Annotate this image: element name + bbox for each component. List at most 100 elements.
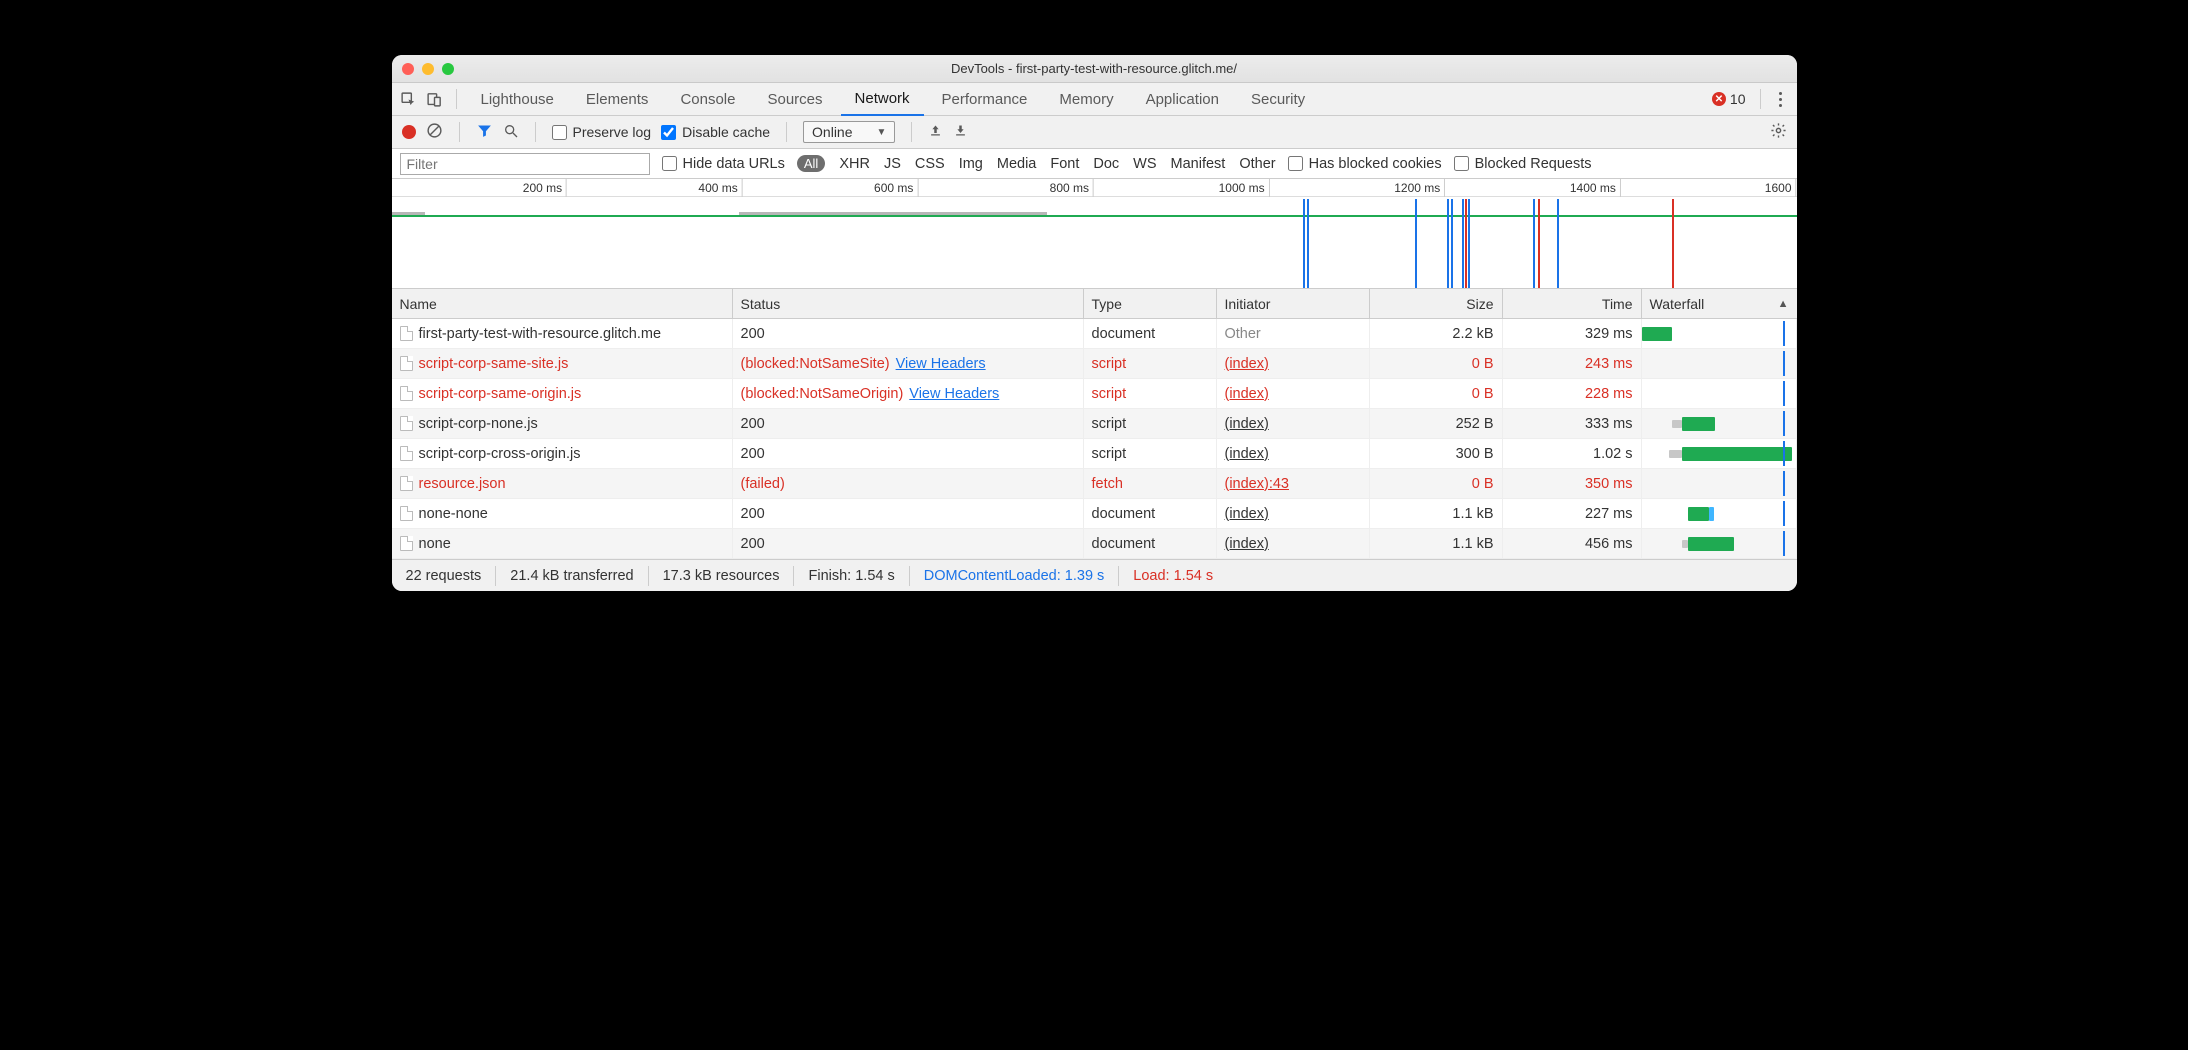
request-initiator[interactable]: (index) [1225, 386, 1269, 402]
tab-memory[interactable]: Memory [1045, 83, 1127, 116]
blocked-requests-input[interactable] [1454, 156, 1469, 171]
tab-performance[interactable]: Performance [928, 83, 1042, 116]
request-initiator[interactable]: (index) [1225, 356, 1269, 372]
col-size-header[interactable]: Size [1370, 289, 1503, 318]
timeline-activity-bar [739, 212, 1046, 215]
tab-lighthouse[interactable]: Lighthouse [467, 83, 568, 116]
type-filter-font[interactable]: Font [1050, 156, 1079, 172]
request-initiator[interactable]: (index) [1225, 446, 1269, 462]
filter-input[interactable] [400, 153, 650, 175]
record-button[interactable] [402, 125, 416, 139]
type-filter-js[interactable]: JS [884, 156, 901, 172]
tab-security[interactable]: Security [1237, 83, 1319, 116]
hide-data-urls-checkbox[interactable]: Hide data URLs [662, 156, 785, 172]
type-filter-manifest[interactable]: Manifest [1171, 156, 1226, 172]
file-icon [400, 476, 413, 491]
request-waterfall [1642, 409, 1797, 438]
filter-row: Hide data URLs All XHR JS CSS Img Media Font Do… [392, 149, 1797, 179]
preserve-log-checkbox[interactable]: Preserve log [552, 124, 652, 140]
request-row[interactable]: script-corp-none.js200script(index)252 B… [392, 409, 1797, 439]
tab-sources[interactable]: Sources [753, 83, 836, 116]
hide-data-urls-input[interactable] [662, 156, 677, 171]
request-row[interactable]: none-none200document(index)1.1 kB227 ms [392, 499, 1797, 529]
tab-application[interactable]: Application [1132, 83, 1233, 116]
upload-har-icon[interactable] [928, 123, 943, 141]
request-name: script-corp-same-site.js [419, 356, 569, 372]
waterfall-load-line [1783, 411, 1785, 436]
file-icon [400, 446, 413, 461]
traffic-lights [402, 63, 454, 75]
type-filter-xhr[interactable]: XHR [839, 156, 870, 172]
sort-indicator-icon: ▲ [1778, 298, 1789, 310]
preserve-log-input[interactable] [552, 125, 567, 140]
timeline-event-marker [1538, 199, 1540, 288]
request-row[interactable]: resource.json(failed)fetch(index):430 B3… [392, 469, 1797, 499]
filter-icon[interactable] [476, 122, 493, 142]
request-status: 200 [741, 446, 765, 462]
type-filter-media[interactable]: Media [997, 156, 1037, 172]
type-filter-css[interactable]: CSS [915, 156, 945, 172]
inspect-element-icon[interactable] [398, 88, 420, 110]
divider [535, 122, 536, 142]
waterfall-bar [1682, 417, 1716, 431]
search-icon[interactable] [503, 123, 519, 142]
disable-cache-input[interactable] [661, 125, 676, 140]
request-waterfall [1642, 319, 1797, 348]
waterfall-load-line [1783, 381, 1785, 406]
device-toolbar-icon[interactable] [424, 88, 446, 110]
clear-button[interactable] [426, 122, 443, 142]
request-initiator[interactable]: (index) [1225, 506, 1269, 522]
col-name-header[interactable]: Name [392, 289, 733, 318]
col-status-header[interactable]: Status [733, 289, 1084, 318]
status-resources: 17.3 kB resources [649, 566, 795, 586]
type-filter-img[interactable]: Img [959, 156, 983, 172]
request-initiator[interactable]: (index):43 [1225, 476, 1289, 492]
ruler-tick: 200 ms [523, 179, 567, 197]
download-har-icon[interactable] [953, 123, 968, 141]
col-waterfall-header[interactable]: Waterfall ▲ [1642, 289, 1797, 318]
request-status: (blocked:NotSameSite) [741, 356, 890, 372]
request-row[interactable]: script-corp-same-site.js (blocked:NotSame… [392, 349, 1797, 379]
tab-elements[interactable]: Elements [572, 83, 663, 116]
request-row[interactable]: script-corp-cross-origin.js200script(ind… [392, 439, 1797, 469]
more-menu-icon[interactable] [1771, 92, 1791, 107]
throttling-select[interactable]: Online ▼ [803, 121, 895, 143]
type-filter-doc[interactable]: Doc [1093, 156, 1119, 172]
settings-icon[interactable] [1770, 122, 1787, 142]
timeline-overview[interactable]: 200 ms400 ms600 ms800 ms1000 ms1200 ms14… [392, 179, 1797, 289]
disable-cache-checkbox[interactable]: Disable cache [661, 124, 770, 140]
request-name: script-corp-same-origin.js [419, 386, 582, 402]
type-filter-other[interactable]: Other [1239, 156, 1275, 172]
has-blocked-cookies-checkbox[interactable]: Has blocked cookies [1288, 156, 1442, 172]
error-count-badge[interactable]: ✕ 10 [1712, 91, 1746, 107]
col-initiator-header[interactable]: Initiator [1217, 289, 1370, 318]
ruler-tick: 1200 ms [1394, 179, 1445, 197]
close-window-button[interactable] [402, 63, 414, 75]
has-blocked-cookies-input[interactable] [1288, 156, 1303, 171]
tab-network[interactable]: Network [841, 83, 924, 116]
request-row[interactable]: none200document(index)1.1 kB456 ms [392, 529, 1797, 559]
view-headers-link[interactable]: View Headers [909, 386, 999, 402]
request-row[interactable]: first-party-test-with-resource.glitch.me… [392, 319, 1797, 349]
waterfall-load-line [1783, 351, 1785, 376]
timeline-event-marker [1672, 199, 1674, 288]
type-filter-all[interactable]: All [797, 155, 825, 172]
col-time-header[interactable]: Time [1503, 289, 1642, 318]
type-filter-ws[interactable]: WS [1133, 156, 1156, 172]
tab-console[interactable]: Console [666, 83, 749, 116]
col-type-header[interactable]: Type [1084, 289, 1217, 318]
request-size: 0 B [1370, 379, 1503, 408]
status-load: Load: 1.54 s [1119, 566, 1227, 586]
blocked-requests-checkbox[interactable]: Blocked Requests [1454, 156, 1592, 172]
main-tabs: LighthouseElementsConsoleSourcesNetworkP… [392, 83, 1797, 116]
request-row[interactable]: script-corp-same-origin.js(blocked:NotSa… [392, 379, 1797, 409]
request-status: 200 [741, 536, 765, 552]
zoom-window-button[interactable] [442, 63, 454, 75]
window-titlebar: DevTools - first-party-test-with-resourc… [392, 55, 1797, 83]
request-initiator[interactable]: (index) [1225, 536, 1269, 552]
minimize-window-button[interactable] [422, 63, 434, 75]
request-waterfall [1642, 469, 1797, 498]
preserve-log-label: Preserve log [573, 124, 652, 140]
view-headers-link[interactable]: View Headers [896, 356, 986, 372]
request-initiator[interactable]: (index) [1225, 416, 1269, 432]
